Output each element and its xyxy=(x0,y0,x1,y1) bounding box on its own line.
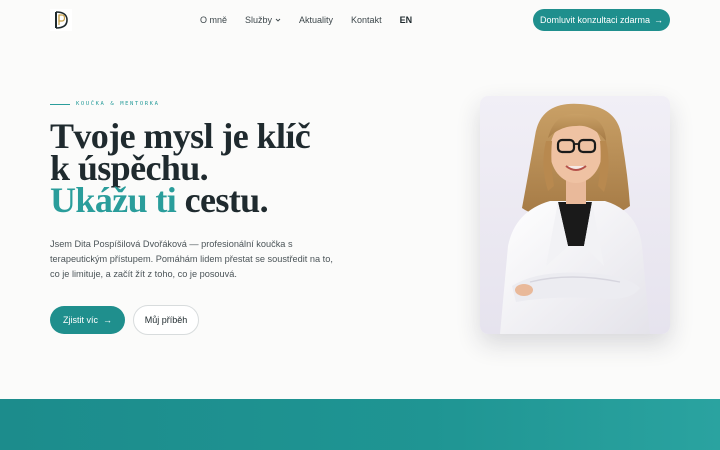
nav-label: EN xyxy=(399,15,413,25)
my-story-button[interactable]: Můj příběh xyxy=(133,305,199,335)
nav-label: Kontakt xyxy=(351,15,382,25)
portrait-illustration xyxy=(500,103,650,334)
cta-label: Domluvit konzultaci zdarma xyxy=(539,15,651,25)
nav-label: Aktuality xyxy=(299,15,334,25)
hero-headline: Tvoje mysl je klíč k úspěchu. Ukážu ti c… xyxy=(50,118,311,218)
arrow-right-icon: → xyxy=(654,15,664,25)
headline-accent: Ukážu ti xyxy=(50,180,177,220)
arrow-right-icon: → xyxy=(103,315,112,325)
headline-rest: cestu. xyxy=(176,180,269,220)
eyebrow-text: KOUČKA & MENTORKA xyxy=(76,101,160,107)
nav-label: O mně xyxy=(200,15,228,25)
hero-intro: Jsem Dita Pospíšilová Dvořáková — profes… xyxy=(50,239,333,279)
teal-section-band xyxy=(0,399,720,450)
language-switch-en[interactable]: EN xyxy=(400,13,413,27)
book-consultation-button[interactable]: Domluvit konzultaci zdarma → xyxy=(533,9,670,31)
learn-more-button[interactable]: Zjistit víc → xyxy=(50,306,125,334)
nav-item-aktuality[interactable]: Aktuality xyxy=(299,13,333,27)
eyebrow-line xyxy=(50,103,70,105)
nav-item-o-mne[interactable]: O mně xyxy=(200,13,227,27)
button-label: Můj příběh xyxy=(144,315,188,325)
dp-logo-icon[interactable] xyxy=(50,9,72,31)
eyebrow: KOUČKA & MENTORKA xyxy=(50,101,160,107)
button-label: Zjistit víc xyxy=(63,315,98,325)
main-nav: O mně Služby Aktuality Kontakt EN xyxy=(200,13,412,27)
nav-item-kontakt[interactable]: Kontakt xyxy=(351,13,382,27)
chevron-down-icon xyxy=(275,18,281,22)
nav-label: Služby xyxy=(245,15,273,25)
coach-portrait-photo xyxy=(480,96,670,334)
nav-item-sluzby[interactable]: Služby xyxy=(245,13,281,27)
